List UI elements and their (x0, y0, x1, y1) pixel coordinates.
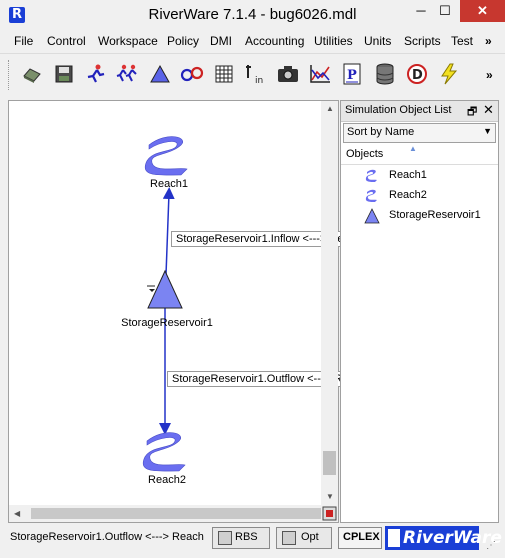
menu-units[interactable]: Units (364, 34, 391, 48)
link-icon[interactable] (180, 62, 204, 86)
run-multiple-icon[interactable] (116, 62, 140, 86)
close-button[interactable]: ✕ (460, 0, 505, 22)
scroll-up-arrow-icon[interactable]: ▲ (326, 104, 334, 113)
workspace-canvas[interactable]: Reach1 StorageReservoir1 Reach2 StorageR… (8, 100, 413, 523)
storage-reservoir1-icon[interactable] (147, 269, 183, 309)
cplex-label: CPLEX (343, 531, 380, 543)
storage-reservoir1-label[interactable]: StorageReservoir1 (107, 317, 227, 329)
link-line-reach1[interactable] (162, 187, 175, 276)
toolbar-grip[interactable] (8, 60, 12, 90)
toolbar-more-chevron-icon[interactable]: » (486, 68, 493, 82)
lightning-icon[interactable] (437, 62, 461, 86)
triangle-icon[interactable] (148, 62, 172, 86)
run-icon[interactable] (84, 62, 108, 86)
rbs-status-icon (218, 531, 232, 545)
workspace-diagram (142, 136, 188, 472)
plot-icon[interactable] (308, 62, 332, 86)
title-bar: R RiverWare 7.1.4 - bug6026.mdl ─ ☐ ✕ (0, 0, 505, 30)
horizontal-scroll-thumb[interactable] (31, 508, 321, 519)
scroll-down-arrow-icon[interactable]: ▼ (326, 492, 334, 501)
menu-dmi[interactable]: DMI (210, 34, 232, 48)
database-icon[interactable] (373, 62, 397, 86)
menu-bar: File Control Workspace Policy DMI Accoun… (0, 31, 505, 51)
save-icon[interactable] (52, 62, 76, 86)
menu-utilities[interactable]: Utilities (314, 34, 353, 48)
menu-policy[interactable]: Policy (167, 34, 199, 48)
svg-text:P: P (347, 68, 357, 83)
reach2-label[interactable]: Reach2 (137, 474, 197, 486)
rbs-label: RBS (235, 531, 258, 543)
navigator-corner-icon[interactable] (321, 505, 338, 522)
list-item[interactable]: StorageReservoir1 (361, 207, 491, 225)
ti-icon[interactable]: in (244, 62, 268, 86)
list-item[interactable]: Reach2 (361, 187, 491, 205)
menu-test[interactable]: Test (451, 34, 473, 48)
minimize-button[interactable]: ─ (408, 0, 434, 22)
reach-icon (365, 169, 377, 182)
riverware-logo: RiverWare (385, 526, 502, 550)
rbs-button[interactable]: RBS (212, 527, 270, 549)
reach2-icon[interactable] (142, 432, 186, 472)
objects-column-header[interactable]: ▲ Objects (341, 144, 498, 165)
menu-workspace[interactable]: Workspace (98, 34, 158, 48)
sort-dropdown-value: Sort by Name (347, 126, 415, 138)
opt-button[interactable]: Opt (276, 527, 332, 549)
opt-label: Opt (301, 531, 319, 543)
reservoir-icon (364, 208, 380, 224)
horizontal-scrollbar[interactable]: ◀ (9, 505, 321, 522)
panel-title: Simulation Object List (345, 104, 452, 116)
menu-control[interactable]: Control (47, 34, 86, 48)
cplex-button[interactable]: CPLEX (338, 527, 382, 549)
panel-close-icon[interactable]: ✕ (483, 102, 494, 118)
d-icon[interactable]: D (405, 62, 429, 86)
objects-column-label: Objects (346, 148, 384, 160)
simulation-object-list-panel: Simulation Object List 🗗 ✕ Sort by Name … (340, 100, 499, 523)
sort-ascending-icon: ▲ (409, 144, 417, 153)
maximize-button[interactable]: ☐ (432, 0, 458, 22)
panel-header: Simulation Object List 🗗 ✕ (341, 101, 498, 122)
menu-accounting[interactable]: Accounting (245, 34, 304, 48)
list-item-label: Reach1 (389, 169, 427, 181)
logo-mark-icon (388, 529, 400, 547)
grid-icon[interactable] (212, 62, 236, 86)
reach-icon (365, 189, 377, 202)
vertical-scrollbar[interactable]: ▲ ▼ (321, 101, 338, 505)
list-item-label: StorageReservoir1 (389, 209, 481, 221)
svg-text:in: in (255, 76, 263, 85)
reach1-icon[interactable] (144, 136, 188, 176)
panel-float-icon[interactable]: 🗗 (467, 103, 477, 122)
vertical-scroll-thumb[interactable] (323, 451, 336, 475)
reach1-label[interactable]: Reach1 (139, 178, 199, 190)
chevron-down-icon[interactable]: ▼ (483, 126, 492, 136)
menu-more-chevron-icon[interactable]: » (485, 34, 492, 48)
svg-text:D: D (412, 68, 423, 83)
scroll-left-arrow-icon[interactable]: ◀ (14, 509, 20, 518)
status-text: StorageReservoir1.Outflow <---> Reach (10, 531, 204, 543)
menu-file[interactable]: File (14, 34, 33, 48)
resize-grip-icon[interactable]: ⋰ (486, 540, 496, 551)
toolbar: in P D » (0, 53, 505, 96)
list-item-label: Reach2 (389, 189, 427, 201)
menu-scripts[interactable]: Scripts (404, 34, 441, 48)
sort-dropdown[interactable]: Sort by Name ▼ (343, 123, 496, 143)
open-icon[interactable] (20, 62, 44, 86)
policy-icon[interactable]: P (340, 62, 364, 86)
list-item[interactable]: Reach1 (361, 167, 491, 185)
opt-status-icon (282, 531, 296, 545)
camera-icon[interactable] (276, 62, 300, 86)
